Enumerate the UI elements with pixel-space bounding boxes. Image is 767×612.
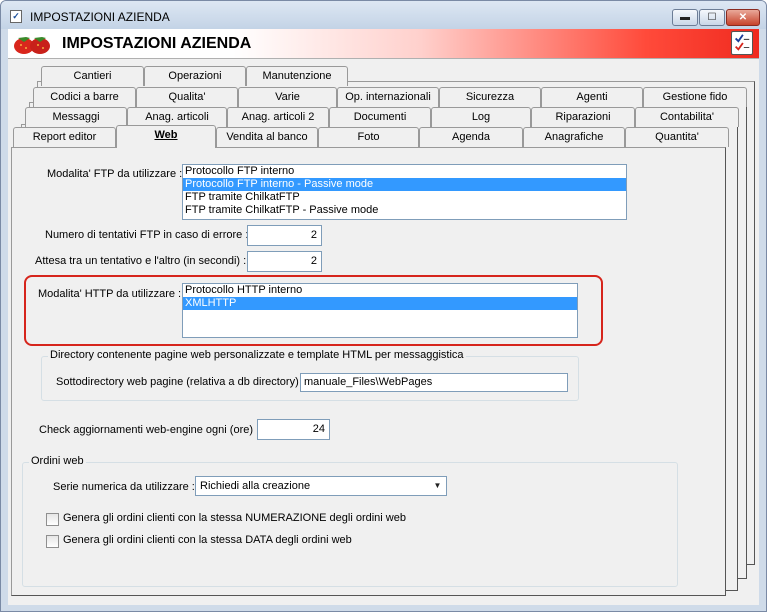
- subdirectory-input[interactable]: manuale_Files\WebPages: [300, 373, 568, 392]
- tab-documenti[interactable]: Documenti: [329, 107, 431, 127]
- tab-report-editor[interactable]: Report editor: [13, 127, 116, 147]
- application-window: ✓ IMPOSTAZIONI AZIENDA ▬ ☐ ✕ IMPOSTAZION…: [0, 0, 767, 612]
- tab-cantieri[interactable]: Cantieri: [41, 66, 144, 86]
- tab-anagrafiche[interactable]: Anagrafiche: [523, 127, 625, 147]
- checklist-icon: [731, 31, 753, 55]
- tab-manutenzione[interactable]: Manutenzione: [246, 66, 348, 86]
- header-title: IMPOSTAZIONI AZIENDA: [62, 35, 252, 52]
- window-title: IMPOSTAZIONI AZIENDA: [30, 10, 170, 24]
- series-value: Richiedi alla creazione: [200, 480, 311, 492]
- ftp-option[interactable]: FTP tramite ChilkatFTP: [183, 191, 626, 204]
- tab-riparazioni[interactable]: Riparazioni: [531, 107, 635, 127]
- ftp-mode-label: Modalita' FTP da utilizzare :: [47, 168, 183, 180]
- tab-agenda[interactable]: Agenda: [419, 127, 523, 147]
- title-bar[interactable]: ✓ IMPOSTAZIONI AZIENDA ▬ ☐ ✕: [1, 1, 766, 29]
- tab-web[interactable]: Web: [116, 125, 216, 148]
- minimize-button[interactable]: ▬: [672, 9, 698, 26]
- tab-agenti[interactable]: Agenti: [541, 87, 643, 107]
- close-button[interactable]: ✕: [726, 9, 760, 26]
- ftp-option-selected[interactable]: Protocollo FTP interno - Passive mode: [183, 178, 626, 191]
- tab-varie[interactable]: Varie: [238, 87, 337, 107]
- ftp-wait-label: Attesa tra un tentativo e l'altro (in se…: [35, 255, 247, 267]
- data-checkbox[interactable]: [46, 535, 59, 548]
- highlight-annotation: [24, 275, 603, 346]
- tab-operazioni[interactable]: Operazioni: [144, 66, 246, 86]
- subdirectory-label: Sottodirectory web pagine (relativa a db…: [56, 376, 305, 388]
- tab-log[interactable]: Log: [431, 107, 531, 127]
- tab-quantita[interactable]: Quantita': [625, 127, 729, 147]
- ftp-option[interactable]: Protocollo FTP interno: [183, 165, 626, 178]
- ftp-retries-label: Numero di tentativi FTP in caso di error…: [45, 229, 249, 241]
- tab-anag-articoli-2[interactable]: Anag. articoli 2: [227, 107, 329, 127]
- strawberry-icon: [14, 37, 50, 54]
- numerazione-checkbox[interactable]: [46, 513, 59, 526]
- tab-anag-articoli[interactable]: Anag. articoli: [127, 107, 227, 127]
- numerazione-checkbox-label[interactable]: Genera gli ordini clienti con la stessa …: [63, 512, 406, 524]
- tab-foto[interactable]: Foto: [318, 127, 419, 147]
- tab-op-internazionali[interactable]: Op. internazionali: [337, 87, 439, 107]
- check-updates-label: Check aggiornamenti web-engine ogni (ore…: [39, 424, 260, 436]
- header-banner: IMPOSTAZIONI AZIENDA: [8, 29, 759, 59]
- tab-contabilita[interactable]: Contabilita': [635, 107, 739, 127]
- series-label: Serie numerica da utilizzare :: [53, 481, 195, 493]
- tab-qualita[interactable]: Qualita': [136, 87, 238, 107]
- ftp-mode-listbox[interactable]: Protocollo FTP interno Protocollo FTP in…: [182, 164, 627, 220]
- web-orders-group-title: Ordini web: [29, 455, 86, 467]
- series-dropdown[interactable]: Richiedi alla creazione ▼: [195, 476, 447, 496]
- ftp-wait-input[interactable]: 2: [247, 251, 322, 272]
- tab-sicurezza[interactable]: Sicurezza: [439, 87, 541, 107]
- maximize-button[interactable]: ☐: [699, 9, 725, 26]
- web-orders-group: Ordini web Serie numerica da utilizzare …: [22, 455, 678, 587]
- data-checkbox-label[interactable]: Genera gli ordini clienti con la stessa …: [63, 534, 352, 546]
- ftp-retries-input[interactable]: 2: [247, 225, 322, 246]
- tab-messaggi[interactable]: Messaggi: [25, 107, 127, 127]
- tab-vendita-al-banco[interactable]: Vendita al banco: [216, 127, 318, 147]
- directory-group: Directory contenente pagine web personal…: [41, 349, 579, 401]
- check-updates-input[interactable]: 24: [257, 419, 330, 440]
- ftp-option[interactable]: FTP tramite ChilkatFTP - Passive mode: [183, 204, 626, 217]
- tab-page-web: Modalita' FTP da utilizzare : Protocollo…: [11, 147, 726, 596]
- tab-codici-a-barre[interactable]: Codici a barre: [33, 87, 136, 107]
- chevron-down-icon[interactable]: ▼: [429, 477, 446, 495]
- app-icon: ✓: [10, 10, 22, 23]
- directory-group-title: Directory contenente pagine web personal…: [48, 349, 466, 361]
- tab-gestione-fido[interactable]: Gestione fido: [643, 87, 747, 107]
